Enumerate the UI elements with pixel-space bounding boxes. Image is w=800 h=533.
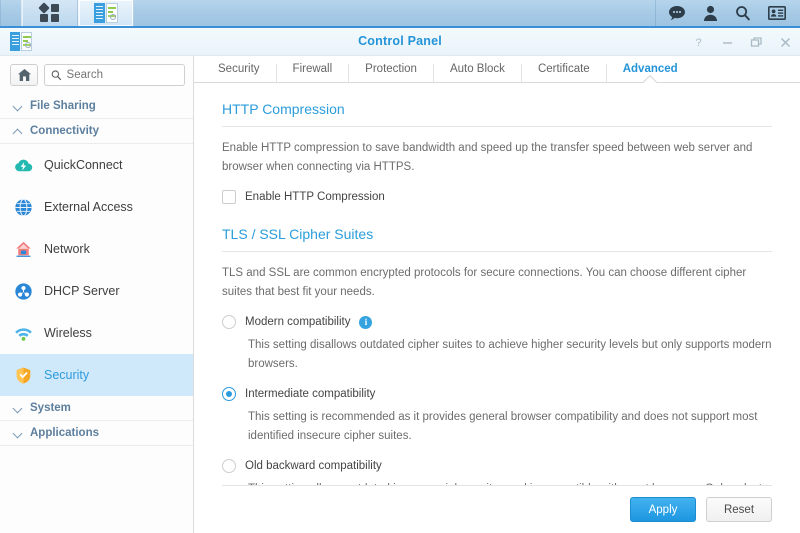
modern-compatibility-description: This setting disallows outdated cipher s…: [248, 339, 772, 370]
sidebar-item-label: Network: [44, 242, 90, 256]
sidebar-item-dhcp-server[interactable]: DHCP Server: [0, 270, 193, 312]
old-backward-compatibility-description: This setting allows outdated insecure ci…: [248, 480, 772, 485]
desktop-taskbar: [0, 0, 800, 28]
taskbar-edge-slot: [0, 0, 22, 26]
intermediate-compatibility-row[interactable]: Intermediate compatibility: [222, 387, 772, 401]
chevron-up-icon: [14, 127, 23, 136]
main-panel: Security Firewall Protection Auto Block …: [194, 56, 800, 533]
sidebar-toolbar: [0, 58, 193, 94]
tab-protection[interactable]: Protection: [349, 63, 434, 82]
section-title-cipher-suites: TLS / SSL Cipher Suites: [222, 226, 772, 252]
section-title-http-compression: HTTP Compression: [222, 101, 772, 127]
http-compression-description: Enable HTTP compression to save bandwidt…: [222, 142, 753, 173]
chevron-down-icon: [14, 429, 23, 438]
tab-firewall[interactable]: Firewall: [277, 63, 350, 82]
modern-compatibility-label: Modern compatibility: [245, 316, 351, 328]
reset-button[interactable]: Reset: [706, 497, 772, 522]
grid-icon: [38, 2, 61, 24]
sidebar-item-security[interactable]: Security: [0, 354, 193, 396]
chevron-down-icon: [14, 102, 23, 111]
window-titlebar[interactable]: Control Panel ?: [0, 28, 800, 56]
home-icon: [17, 69, 31, 81]
search-icon: [51, 70, 62, 81]
cipher-suites-description: TLS and SSL are common encrypted protoco…: [222, 267, 747, 298]
svg-text:?: ?: [695, 37, 701, 49]
intermediate-compatibility-description: This setting is recommended as it provid…: [248, 411, 758, 442]
tab-advanced[interactable]: Advanced: [607, 63, 694, 83]
widget-icon[interactable]: [768, 6, 786, 20]
sidebar-item-network[interactable]: Network: [0, 228, 193, 270]
sidebar-item-quickconnect[interactable]: QuickConnect: [0, 144, 193, 186]
notifications-icon[interactable]: [668, 5, 686, 21]
sidebar-item-label: External Access: [44, 200, 133, 214]
minimize-button[interactable]: [721, 36, 734, 49]
sidebar-group-file-sharing[interactable]: File Sharing: [0, 94, 193, 119]
sidebar-group-label: File Sharing: [30, 100, 96, 112]
sidebar-item-external-access[interactable]: External Access: [0, 186, 193, 228]
user-icon[interactable]: [703, 5, 718, 21]
window-body: File Sharing Connectivity QuickConnect: [0, 56, 800, 533]
sidebar-group-connectivity[interactable]: Connectivity: [0, 119, 193, 144]
old-backward-compatibility-radio[interactable]: [222, 459, 236, 473]
search-input[interactable]: [66, 69, 178, 81]
old-backward-compatibility-label: Old backward compatibility: [245, 460, 382, 472]
sidebar-group-label: Connectivity: [30, 125, 100, 137]
control-panel-window: Control Panel ? Search File Sharing Conn…: [0, 28, 800, 533]
enable-http-compression-row[interactable]: Enable HTTP Compression: [222, 190, 772, 204]
footer-actions: Apply Reset: [222, 485, 772, 533]
enable-http-compression-checkbox[interactable]: [222, 190, 236, 204]
enable-http-compression-label: Enable HTTP Compression: [245, 191, 385, 203]
taskbar-tray: [655, 0, 800, 26]
taskbar-spacer: [134, 0, 655, 26]
window-controls: ?: [692, 28, 792, 56]
sidebar-group-system[interactable]: System: [0, 396, 193, 421]
sidebar-item-label: Security: [44, 368, 90, 382]
tab-security[interactable]: Security: [202, 63, 277, 82]
taskbar-app-menu-button[interactable]: [22, 0, 78, 26]
help-button[interactable]: ?: [692, 36, 705, 49]
modern-compatibility-radio[interactable]: [222, 315, 236, 329]
sidebar-group-applications[interactable]: Applications: [0, 421, 193, 446]
sidebar-group-label: System: [30, 402, 71, 414]
shield-icon: [16, 367, 31, 383]
sidebar-group-label: Applications: [30, 427, 100, 439]
page-title: Control Panel: [358, 34, 442, 48]
old-backward-compatibility-row[interactable]: Old backward compatibility: [222, 459, 772, 473]
modern-compatibility-row[interactable]: Modern compatibility i: [222, 315, 772, 329]
wireless-icon: [15, 327, 32, 341]
taskbar-control-panel-button[interactable]: [78, 0, 134, 26]
globe-icon: [15, 198, 32, 216]
intermediate-compatibility-label: Intermediate compatibility: [245, 388, 376, 400]
settings-content: HTTP Compression Enable HTTP compression…: [194, 83, 800, 485]
sidebar-item-label: Wireless: [44, 326, 92, 340]
network-icon: [16, 241, 31, 257]
sidebar-item-label: QuickConnect: [44, 158, 123, 172]
search-box[interactable]: [44, 64, 185, 86]
chevron-down-icon: [14, 404, 23, 413]
sidebar-item-wireless[interactable]: Wireless: [0, 312, 193, 354]
maximize-button[interactable]: [750, 36, 763, 49]
tab-auto-block[interactable]: Auto Block: [434, 63, 522, 82]
home-button[interactable]: [10, 64, 38, 86]
search-icon[interactable]: [735, 5, 751, 21]
tab-certificate[interactable]: Certificate: [522, 63, 607, 82]
quickconnect-icon: [15, 159, 33, 171]
close-button[interactable]: [779, 36, 792, 49]
tab-bar: Security Firewall Protection Auto Block …: [194, 56, 800, 83]
apply-button[interactable]: Apply: [630, 497, 696, 522]
dhcp-icon: [15, 282, 32, 300]
info-icon[interactable]: i: [359, 315, 373, 329]
control-panel-icon: [94, 3, 118, 23]
sidebar: File Sharing Connectivity QuickConnect: [0, 56, 194, 533]
sidebar-item-label: DHCP Server: [44, 284, 120, 298]
intermediate-compatibility-radio[interactable]: [222, 387, 236, 401]
